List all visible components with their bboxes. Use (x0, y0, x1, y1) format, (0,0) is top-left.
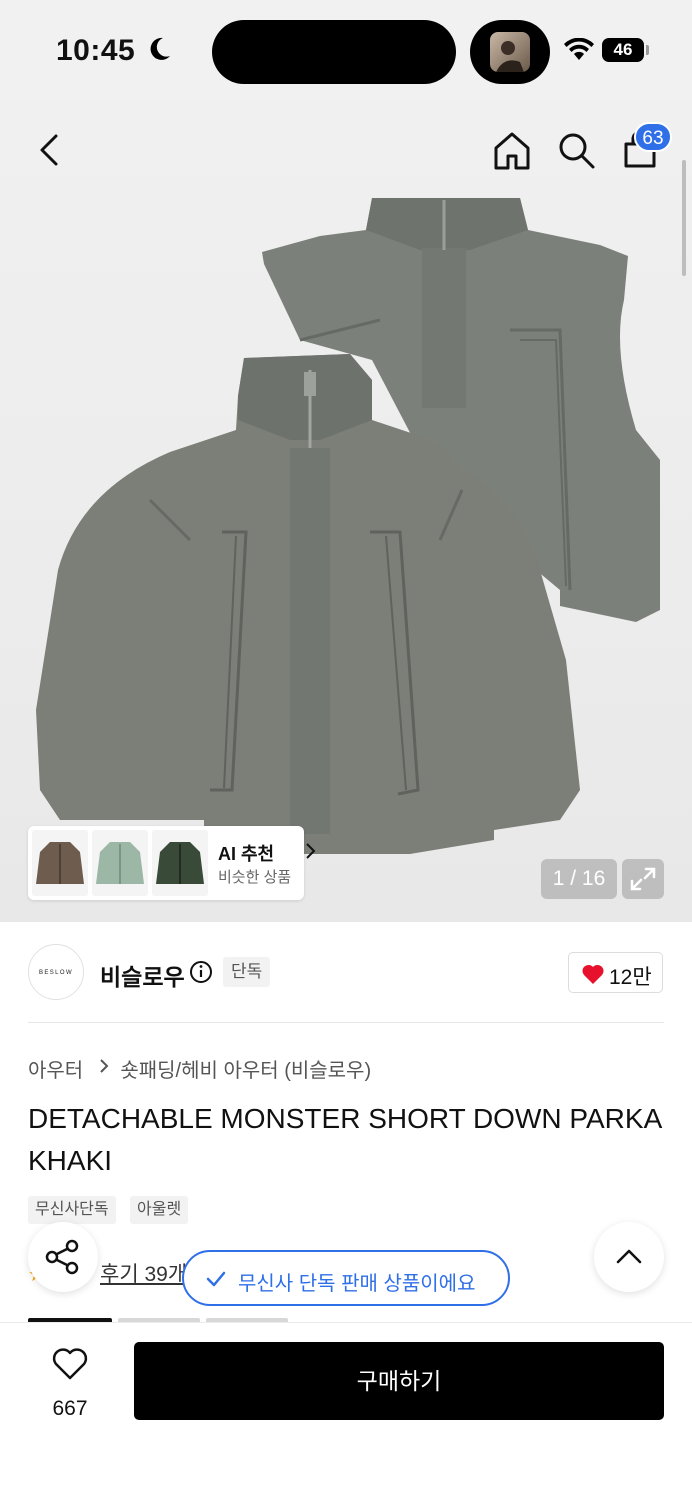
chevron-right-icon (100, 1059, 109, 1073)
product-title: DETACHABLE MONSTER SHORT DOWN PARKA KHAK… (28, 1103, 661, 1176)
brand-like-count: 12만 (609, 966, 652, 989)
status-bar: 10:45 46 (0, 0, 692, 100)
ai-recommendation-thumbnail[interactable] (152, 830, 208, 896)
ai-recommendation-subtitle: 비슷한 상품 (218, 869, 292, 886)
ai-recommendation-title: AI 추천 (218, 844, 275, 864)
wishlist-button[interactable]: 667 (34, 1347, 106, 1427)
album-art-thumbnail (490, 32, 530, 72)
status-time: 10:45 (56, 34, 136, 67)
heart-outline-icon (52, 1348, 88, 1380)
share-button[interactable] (28, 1222, 98, 1292)
chevron-right-icon (306, 843, 316, 859)
scroll-indicator (682, 160, 686, 276)
bottom-action-bar: 667 구매하기 (0, 1322, 692, 1500)
share-icon (45, 1239, 79, 1275)
divider (28, 1022, 664, 1023)
battery-tip (646, 45, 649, 55)
home-icon[interactable] (492, 130, 532, 170)
product-tag: 무신사단독 (28, 1196, 116, 1224)
chevron-up-icon (616, 1249, 642, 1264)
check-icon (206, 1271, 226, 1287)
ai-recommendation-card[interactable]: AI 추천 비슷한 상품 (28, 826, 316, 900)
dynamic-island (212, 20, 456, 84)
brand-like-button[interactable]: 12만 (568, 952, 663, 993)
exclusive-sale-toast: 무신사 단독 판매 상품이에요 (182, 1250, 510, 1306)
product-image (36, 198, 660, 854)
brand-name[interactable]: 비슬로우 (100, 958, 185, 992)
buy-button[interactable]: 구매하기 (134, 1342, 664, 1420)
now-playing-island[interactable] (470, 20, 550, 84)
wifi-icon (564, 38, 594, 60)
battery-indicator: 46 (602, 38, 644, 62)
expand-image-button[interactable] (622, 859, 664, 899)
image-counter: 1 / 16 (541, 859, 617, 899)
breadcrumb: 아우터 숏패딩/헤비 아우터 (비슬로우) (28, 1054, 371, 1083)
review-link[interactable]: 후기 39개 (100, 1258, 187, 1288)
heart-filled-icon (582, 964, 604, 984)
expand-icon (630, 867, 656, 891)
product-image-gallery[interactable]: 63 AI 추천 비슷한 상품 1 / 16 (0, 100, 692, 922)
info-icon[interactable] (189, 960, 213, 984)
cart-count-badge: 63 (634, 122, 672, 152)
wishlist-count: 667 (52, 1397, 88, 1420)
ai-recommendation-thumbnail[interactable] (32, 830, 88, 896)
breadcrumb-category[interactable]: 아우터 (28, 1060, 83, 1082)
exclusive-badge: 단독 (223, 957, 271, 987)
search-icon[interactable] (556, 130, 596, 170)
moon-icon (150, 37, 170, 60)
product-tag: 아울렛 (130, 1196, 189, 1224)
scroll-to-top-button[interactable] (594, 1222, 664, 1292)
toast-text: 무신사 단독 판매 상품이에요 (238, 1273, 476, 1295)
breadcrumb-subcategory[interactable]: 숏패딩/헤비 아우터 (비슬로우) (120, 1060, 371, 1082)
ai-recommendation-thumbnail[interactable] (92, 830, 148, 896)
back-arrow-icon[interactable] (30, 130, 70, 170)
brand-logo[interactable]: BESLOW (28, 944, 84, 1000)
